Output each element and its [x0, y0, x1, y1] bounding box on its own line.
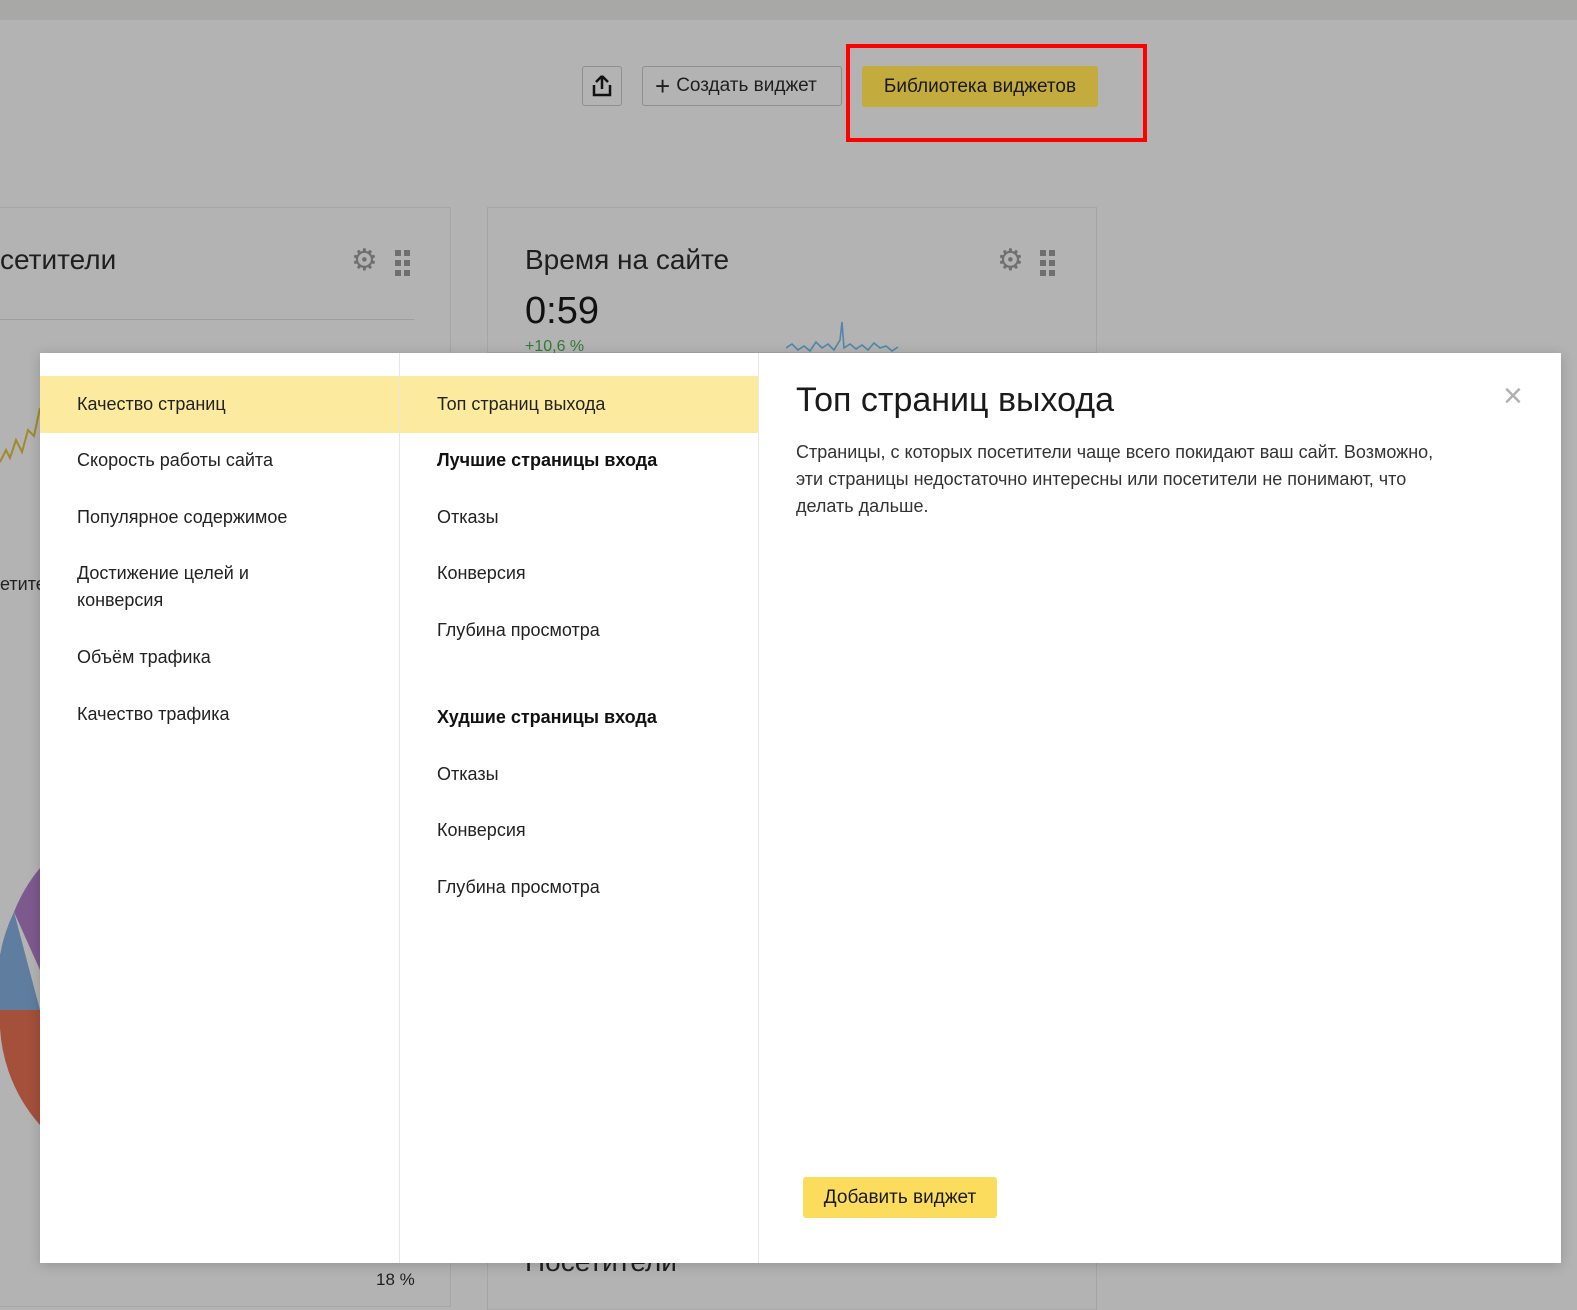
- category-label: Достижение целей и конверсия: [77, 563, 249, 610]
- widget-label: Глубина просмотра: [437, 877, 600, 897]
- widget-item-worst-conversion[interactable]: Конверсия: [400, 817, 758, 844]
- pie-percent-label: 18 %: [376, 1270, 415, 1289]
- widget-label: Глубина просмотра: [437, 620, 600, 640]
- category-label: Качество страниц: [77, 394, 226, 414]
- widget-detail-description: Страницы, с которых посетители чаще всег…: [796, 442, 1434, 516]
- top-strip: [0, 0, 1577, 20]
- widget-item-top-exit-pages[interactable]: Топ страниц выхода: [400, 376, 758, 433]
- category-label: Популярное содержимое: [77, 507, 288, 527]
- add-widget-button[interactable]: Добавить виджет: [803, 1177, 997, 1218]
- share-button[interactable]: [582, 66, 622, 106]
- widget-item-best-conversion[interactable]: Конверсия: [400, 560, 758, 587]
- gear-icon[interactable]: ⚙: [351, 246, 378, 276]
- widget-detail-panel: Топ страниц выхода Страницы, с которых п…: [759, 353, 1561, 1263]
- drag-handle-icon[interactable]: [1040, 250, 1056, 276]
- share-upload-icon: [592, 75, 612, 97]
- plus-icon: +: [655, 71, 671, 101]
- time-on-site-value: 0:59: [525, 290, 599, 332]
- close-icon[interactable]: ×: [1503, 379, 1523, 413]
- widget-label: Отказы: [437, 764, 499, 784]
- widget-group-label: Лучшие страницы входа: [437, 450, 658, 470]
- category-item-traffic-volume[interactable]: Объём трафика: [40, 644, 399, 671]
- category-item-page-quality[interactable]: Качество страниц: [40, 376, 399, 433]
- visitors-sparkline: [0, 407, 41, 463]
- category-item-site-speed[interactable]: Скорость работы сайта: [40, 447, 399, 474]
- pie-chart-fragment: [0, 868, 40, 1125]
- widget-label: Отказы: [437, 507, 499, 527]
- widget-label: Топ страниц выхода: [437, 394, 606, 414]
- widget-library-modal: Качество страниц Скорость работы сайта П…: [40, 353, 1561, 1263]
- category-label: Качество трафика: [77, 704, 230, 724]
- category-item-traffic-quality[interactable]: Качество трафика: [40, 701, 399, 728]
- widget-item-worst-bounces[interactable]: Отказы: [400, 761, 758, 788]
- time-on-site-title: Время на сайте: [525, 244, 730, 275]
- widget-item-worst-depth[interactable]: Глубина просмотра: [400, 874, 758, 901]
- widget-item-best-bounces[interactable]: Отказы: [400, 504, 758, 531]
- category-item-popular-content[interactable]: Популярное содержимое: [40, 504, 399, 531]
- create-widget-label: Создать виджет: [676, 75, 817, 96]
- widget-detail-title: Топ страниц выхода: [796, 381, 1114, 419]
- category-label: Скорость работы сайта: [77, 450, 273, 470]
- widget-label: Конверсия: [437, 820, 526, 840]
- widget-label: Конверсия: [437, 563, 526, 583]
- drag-handle-icon[interactable]: [395, 250, 411, 276]
- category-item-goals-conversion[interactable]: Достижение целей и конверсия: [40, 560, 340, 614]
- time-on-site-sparkline: [786, 321, 899, 353]
- category-label: Объём трафика: [77, 647, 211, 667]
- visitors-widget-title: сетители: [0, 244, 117, 275]
- category-list: Качество страниц Скорость работы сайта П…: [40, 353, 400, 1263]
- highlight-annotation: [846, 44, 1147, 142]
- widget-group-worst-entry-pages[interactable]: Худшие страницы входа: [400, 704, 758, 731]
- widget-group-label: Худшие страницы входа: [437, 707, 657, 727]
- gear-icon[interactable]: ⚙: [997, 246, 1024, 276]
- create-widget-button[interactable]: + Создать виджет: [642, 66, 842, 106]
- divider: [0, 319, 414, 320]
- widget-list: Топ страниц выхода Лучшие страницы входа…: [400, 353, 759, 1263]
- widget-item-best-depth[interactable]: Глубина просмотра: [400, 617, 758, 644]
- widget-group-best-entry-pages[interactable]: Лучшие страницы входа: [400, 447, 758, 474]
- visitors-fragment-text: етите: [0, 574, 46, 594]
